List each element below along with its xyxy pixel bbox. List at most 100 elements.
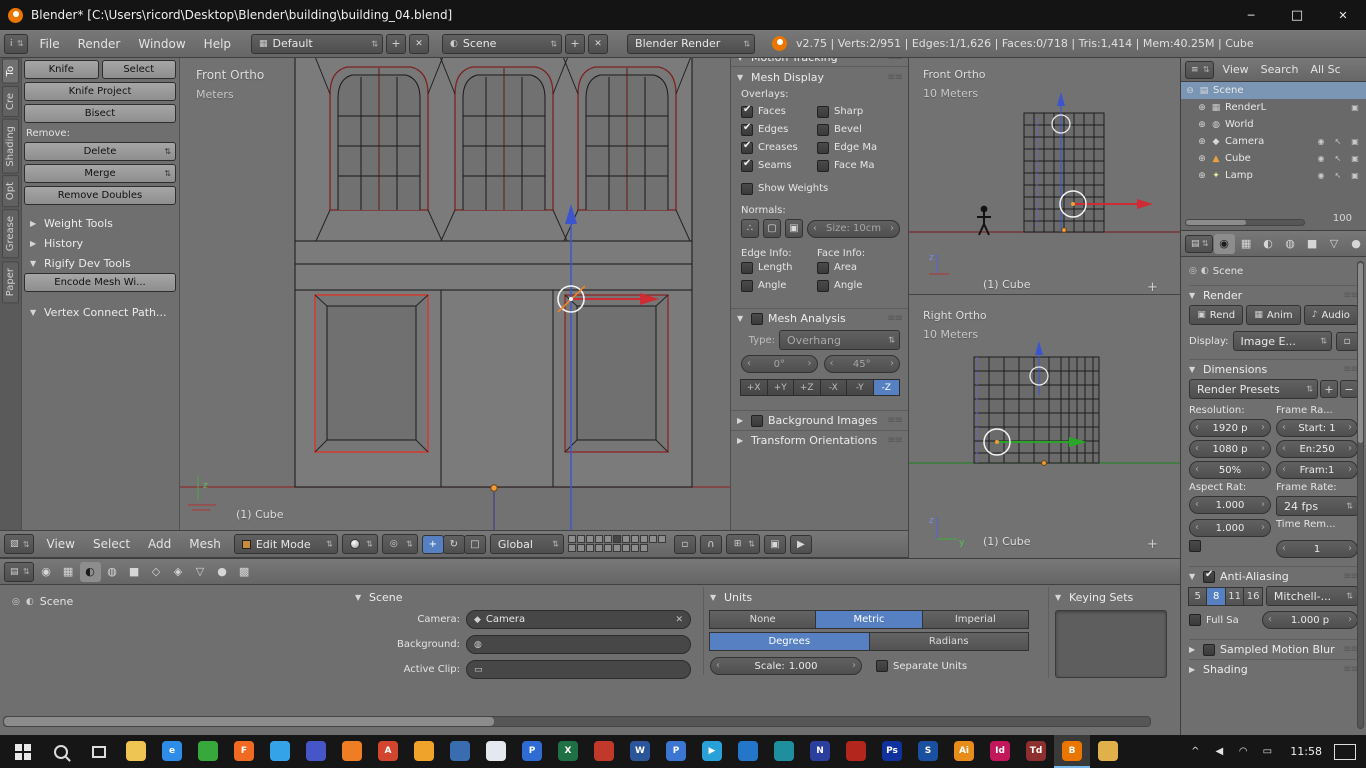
resolution-y-field[interactable]: 1080 p <box>1189 440 1271 458</box>
expander-icon[interactable]: ⊕ <box>1197 120 1207 130</box>
tray-volume-icon[interactable]: ◀ <box>1208 746 1230 757</box>
outliner-menu-item[interactable]: Search <box>1255 63 1305 76</box>
layer-toggle[interactable] <box>567 535 576 543</box>
checkbox[interactable] <box>741 140 753 154</box>
outliner-item-label[interactable]: Camera <box>1225 136 1311 147</box>
checkbox[interactable] <box>817 105 829 118</box>
panel-grip-icon[interactable] <box>887 415 902 426</box>
loose-edge-normals-toggle[interactable]: ▢ <box>763 219 781 238</box>
selectability-icon[interactable]: ↖ <box>1331 137 1345 146</box>
expander-icon[interactable]: ⊕ <box>1197 103 1207 113</box>
outliner-menu-item[interactable]: All Sc <box>1304 63 1346 76</box>
unit-system-option[interactable]: Imperial <box>921 610 1029 629</box>
tray-network-icon[interactable]: ◠ <box>1232 746 1254 757</box>
layer-toggle[interactable] <box>603 535 612 543</box>
frame-start-field[interactable]: Start: 1 <box>1276 419 1358 437</box>
properties-tab[interactable]: ▩ <box>234 562 255 582</box>
tool-shelf-tab[interactable]: Shading <box>2 118 19 174</box>
layer-toggle[interactable] <box>639 544 648 552</box>
overlay-checkbox[interactable]: Bevel <box>817 121 900 138</box>
sampled-motion-blur-panel-header[interactable]: Sampled Motion Blur <box>1189 639 1358 659</box>
background-set-field[interactable]: ◍ <box>466 635 691 654</box>
layer-toggle[interactable] <box>594 544 603 552</box>
outliner-row[interactable]: ⊖ ▤ Scene <box>1181 82 1366 99</box>
axis-toggle[interactable]: +X <box>740 379 768 396</box>
layer-toggle[interactable] <box>594 535 603 543</box>
render-anim-button[interactable]: ▦ Anim <box>1246 305 1301 325</box>
overlay-checkbox[interactable]: Sharp <box>817 103 900 120</box>
full-sample-checkbox[interactable]: Full Sa <box>1189 612 1257 629</box>
mesh-display-panel-header[interactable]: Mesh Display <box>731 67 908 87</box>
axis-toggle[interactable]: -X <box>819 379 847 396</box>
aa-sample-toggle[interactable]: 11 <box>1224 586 1245 606</box>
unit-system-option[interactable]: Metric <box>815 610 923 629</box>
properties-tab[interactable]: ◈ <box>168 562 189 582</box>
task-view-button[interactable] <box>80 735 118 768</box>
viewport-3d-main[interactable]: z Front Ortho Meters (1) Cube <box>180 58 730 530</box>
analysis-type-dropdown[interactable]: Overhang <box>779 330 900 350</box>
outliner-hscrollbar[interactable] <box>1185 219 1305 226</box>
layer-toggle[interactable] <box>639 535 648 543</box>
properties-tab[interactable]: ■ <box>1302 234 1323 254</box>
taskbar-app-button[interactable] <box>262 735 298 768</box>
tool-shelf-tab[interactable]: To <box>2 59 19 84</box>
outliner-item-label[interactable]: Lamp <box>1225 170 1311 181</box>
taskbar-app-button[interactable]: P <box>658 735 694 768</box>
checkbox[interactable] <box>817 261 829 274</box>
taskbar-app-button[interactable] <box>298 735 334 768</box>
taskbar-app-button[interactable] <box>118 735 154 768</box>
viewport-shading-dropdown[interactable] <box>341 534 378 554</box>
outliner-item-label[interactable]: Cube <box>1225 153 1311 164</box>
screen-layout-dropdown[interactable]: ▦ Default <box>251 33 384 54</box>
properties-tab[interactable]: ▦ <box>1236 234 1257 254</box>
maximize-button[interactable] <box>1274 0 1320 30</box>
anti-aliasing-panel-header[interactable]: Anti-Aliasing <box>1189 566 1358 586</box>
properties-tab[interactable]: ◇ <box>146 562 167 582</box>
taskbar-app-button[interactable]: e <box>154 735 190 768</box>
layer-toggle[interactable] <box>576 544 585 552</box>
render-panel-header[interactable]: Render <box>1189 285 1358 305</box>
delete-screen-layout-button[interactable] <box>409 33 430 54</box>
visibility-eye-icon[interactable]: ◉ <box>1314 137 1328 146</box>
snap-element-dropdown[interactable]: ⊞ <box>725 534 760 554</box>
layer-toggle[interactable] <box>576 535 585 543</box>
close-button[interactable] <box>1320 0 1366 30</box>
separate-units-checkbox[interactable]: Separate Units <box>876 658 967 675</box>
taskbar-app-button[interactable]: B <box>1054 735 1090 768</box>
layer-toggle[interactable] <box>585 535 594 543</box>
minimize-button[interactable] <box>1228 0 1274 30</box>
time-remap-field[interactable]: 1 <box>1276 540 1358 558</box>
layer-toggle[interactable] <box>567 544 576 552</box>
manipulator-rotate-toggle[interactable]: ↻ <box>442 534 465 554</box>
taskbar-clock[interactable]: 11:58 <box>1280 745 1332 758</box>
outliner-row[interactable]: ⊕ ▲ Cube ◉ ↖ ▣ <box>1181 150 1366 167</box>
face-normals-toggle[interactable]: ▣ <box>785 219 803 238</box>
outliner-row[interactable]: ⊕ ✦ Lamp ◉ ↖ ▣ <box>1181 167 1366 184</box>
normals-size-field[interactable]: Size: 10cm <box>807 219 900 238</box>
renderability-camera-icon[interactable]: ▣ <box>1348 103 1362 112</box>
outliner-row[interactable]: ⊕ ▦ RenderL ▣ <box>1181 99 1366 116</box>
view3d-menu-item[interactable]: Mesh <box>180 537 230 551</box>
resolution-percent-field[interactable]: 50% <box>1189 461 1271 479</box>
panel-grip-icon[interactable] <box>1343 571 1358 582</box>
renderability-camera-icon[interactable]: ▣ <box>1348 171 1362 180</box>
unit-system-option[interactable]: None <box>709 610 817 629</box>
menubar-item[interactable]: File <box>31 37 69 51</box>
unit-scale-field[interactable]: Scale: 1.000 <box>710 657 862 675</box>
scene-lock-toggle[interactable]: ▫ <box>673 534 696 554</box>
taskbar-app-button[interactable]: X <box>550 735 586 768</box>
aa-sample-toggle[interactable]: 5 <box>1188 586 1208 606</box>
properties-tab[interactable]: ▽ <box>190 562 211 582</box>
outliner-menu-item[interactable]: View <box>1217 63 1255 76</box>
manipulator-translate-toggle[interactable]: + <box>421 534 444 554</box>
shading-panel-header[interactable]: Shading <box>1189 659 1358 679</box>
panel-grip-icon[interactable] <box>887 58 902 63</box>
layer-toggle[interactable] <box>612 544 621 552</box>
layer-toggle[interactable] <box>621 544 630 552</box>
properties-tab[interactable]: ◉ <box>36 562 57 582</box>
overlay-checkbox[interactable]: Edge Ma <box>817 139 900 156</box>
pin-icon[interactable]: ◎ <box>12 597 20 607</box>
overlay-checkbox[interactable]: Face Ma <box>817 157 900 174</box>
visibility-eye-icon[interactable]: ◉ <box>1314 171 1328 180</box>
layer-toggle[interactable] <box>657 535 666 543</box>
